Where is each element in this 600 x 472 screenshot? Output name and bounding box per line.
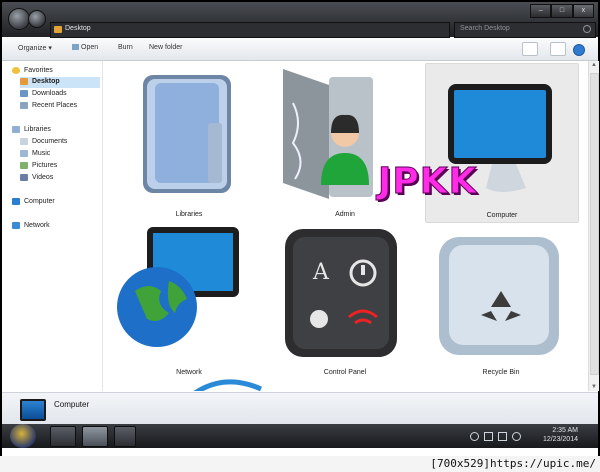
vertical-scrollbar[interactable]: ▲ ▼	[588, 61, 599, 391]
preview-pane-button[interactable]	[550, 42, 566, 56]
scroll-thumb[interactable]	[590, 73, 599, 375]
sidebar-computer[interactable]: Computer	[12, 197, 92, 208]
computer-icon	[20, 399, 46, 421]
address-bar[interactable]: Desktop	[50, 22, 450, 38]
desktop-icon	[20, 78, 28, 85]
taskbar: 2:35 AM 12/23/2014	[2, 424, 598, 448]
partial-item-icon	[193, 379, 263, 391]
organize-label: Organize	[18, 45, 47, 52]
downloads-icon	[20, 90, 28, 97]
libraries-icon	[12, 126, 20, 133]
help-icon[interactable]	[573, 44, 585, 56]
item-control-panel[interactable]: A Control Panel	[269, 221, 421, 379]
recent-places-icon	[20, 102, 28, 109]
address-path: Desktop	[65, 25, 91, 32]
minimize-button[interactable]: –	[530, 4, 552, 18]
watermark-text: JPKK	[378, 161, 478, 203]
search-icon	[583, 25, 591, 33]
start-button[interactable]	[10, 424, 36, 448]
new-folder-button[interactable]: New folder	[149, 44, 182, 51]
window-controls: – □ x	[530, 4, 594, 18]
sidebar-item-recent[interactable]: Recent Places	[20, 101, 100, 112]
maximize-button[interactable]: □	[551, 4, 573, 18]
tray-up-icon[interactable]	[470, 432, 479, 441]
sidebar-item-desktop[interactable]: Desktop	[20, 77, 100, 88]
open-button[interactable]: Open	[72, 44, 98, 51]
burn-button[interactable]: Burn	[118, 44, 133, 51]
view-options-button[interactable]	[522, 42, 538, 56]
sidebar-network[interactable]: Network	[12, 221, 92, 232]
control-panel-icon: A	[285, 229, 397, 357]
flag-icon[interactable]	[484, 432, 493, 441]
network-icon	[12, 222, 20, 229]
sidebar-item-pictures[interactable]: Pictures	[20, 161, 100, 172]
sidebar-item-downloads[interactable]: Downloads	[20, 89, 100, 100]
ie-taskbar-button[interactable]	[50, 426, 76, 447]
search-input[interactable]: Search Desktop	[454, 22, 596, 38]
volume-icon[interactable]	[512, 432, 521, 441]
svg-text:A: A	[312, 260, 330, 285]
search-placeholder: Search Desktop	[460, 25, 510, 32]
item-label: Admin	[335, 211, 355, 218]
recycle-bin-icon	[439, 237, 559, 355]
clock-date[interactable]: 12/23/2014	[543, 436, 578, 443]
image-footer: [700x529]https://upic.me/	[0, 456, 600, 472]
scroll-down-icon[interactable]: ▼	[591, 384, 597, 390]
explorer-taskbar-button[interactable]	[82, 426, 108, 447]
open-label: Open	[81, 44, 99, 51]
folder-icon	[54, 26, 62, 33]
computer-icon	[12, 198, 20, 205]
item-libraries[interactable]: Libraries	[113, 63, 265, 221]
network-globe-icon	[117, 227, 239, 347]
sidebar-favorites[interactable]: Favorites	[12, 66, 92, 77]
system-tray: 2:35 AM 12/23/2014	[468, 426, 588, 446]
pictures-icon	[20, 162, 28, 169]
item-recycle-bin[interactable]: Recycle Bin	[425, 221, 577, 379]
videos-icon	[20, 174, 28, 181]
documents-icon	[20, 138, 28, 145]
item-label: Computer	[486, 212, 518, 219]
explorer-window: – □ x Desktop Search Desktop Organize ▾ …	[0, 0, 600, 460]
command-bar: Organize ▾ Open Burn New folder	[2, 38, 598, 61]
open-icon	[72, 44, 79, 50]
sidebar-item-documents[interactable]: Documents	[20, 137, 100, 148]
sidebar-item-videos[interactable]: Videos	[20, 173, 100, 184]
sidebar-libraries[interactable]: Libraries	[12, 125, 92, 136]
media-taskbar-button[interactable]	[114, 426, 136, 447]
item-network[interactable]: Network	[113, 221, 265, 379]
back-button[interactable]	[8, 8, 30, 30]
music-icon	[20, 150, 28, 157]
item-label: Libraries	[175, 211, 203, 218]
sidebar-item-music[interactable]: Music	[20, 149, 100, 160]
close-button[interactable]: x	[572, 4, 594, 18]
item-label: Control Panel	[323, 369, 367, 376]
network-tray-icon[interactable]	[498, 432, 507, 441]
forward-button[interactable]	[28, 10, 46, 28]
clock-time[interactable]: 2:35 AM	[552, 427, 578, 434]
details-pane: Computer	[2, 392, 598, 425]
details-title: Computer	[54, 400, 90, 409]
item-label: Network	[176, 369, 202, 376]
star-icon	[12, 67, 20, 74]
footer-text: [700x529]https://upic.me/	[430, 457, 596, 470]
item-label: Recycle Bin	[482, 369, 520, 376]
scroll-up-icon[interactable]: ▲	[591, 62, 597, 68]
file-view: Libraries Admin Computer Network A Contr…	[103, 61, 588, 391]
navigation-pane: Favorites Desktop Downloads Recent Place…	[2, 61, 103, 391]
libraries-folder-icon	[143, 75, 231, 193]
organize-button[interactable]: Organize ▾	[18, 44, 52, 52]
title-bar: – □ x Desktop Search Desktop	[2, 2, 598, 38]
